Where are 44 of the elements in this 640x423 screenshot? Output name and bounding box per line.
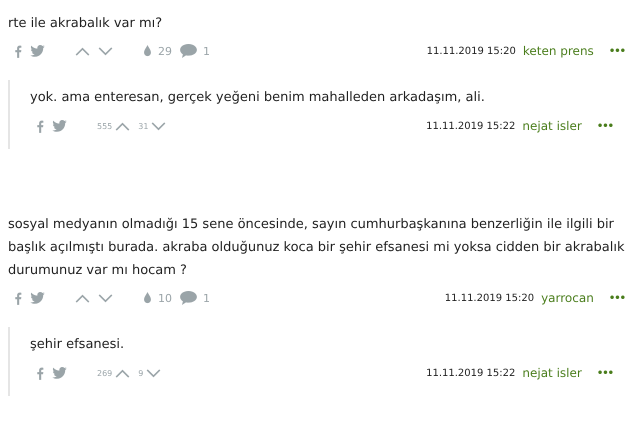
downvote-count: 9 [138, 368, 144, 378]
reply-text: yok. ama enteresan, gerçek yeğeni benim mahalleden arkadaşım, ali. [30, 89, 486, 107]
more-button[interactable]: ••• [608, 292, 625, 304]
upvote-count: 269 [97, 368, 112, 378]
downvote-icon[interactable] [98, 294, 113, 302]
twitter-icon[interactable] [30, 45, 45, 57]
entry-date: 11.11.2019 15:20 [444, 292, 534, 304]
upvote-icon[interactable] [115, 122, 130, 130]
upvote-icon[interactable] [75, 46, 90, 56]
author-link[interactable]: nejat isler [522, 366, 582, 380]
entry-date: 11.11.2019 15:22 [426, 368, 516, 378]
more-button[interactable]: ••• [596, 120, 613, 132]
drop-icon[interactable] [143, 45, 152, 57]
downvote-icon[interactable] [146, 368, 162, 378]
upvote-icon[interactable] [115, 368, 130, 378]
speech-bubble-icon[interactable] [180, 44, 197, 58]
entry-text: sosyal medyanın olmadığı 15 sene öncesinde, sayın cumhurbaşkanına benzerliğin ile ilgili bir başlık açılmıştı burada. akraba olduğunuz koca bir şehir efsanesi mi yoksa cidden bir akrabalık durumunuz var mı hocam ? [8, 216, 625, 280]
favorite-count: 10 [158, 292, 172, 304]
comment-count: 1 [203, 292, 210, 304]
upvote-icon[interactable] [75, 294, 90, 302]
facebook-icon[interactable] [14, 44, 22, 58]
author-link[interactable]: nejat isler [522, 119, 582, 133]
entry-date: 11.11.2019 15:20 [426, 46, 516, 56]
speech-bubble-icon[interactable] [180, 291, 197, 305]
twitter-icon[interactable] [30, 292, 45, 304]
author-link[interactable]: yarrocan [541, 291, 594, 305]
upvote-count: 555 [97, 122, 112, 130]
author-link[interactable]: keten prens [522, 44, 594, 58]
drop-icon[interactable] [143, 292, 152, 304]
entry-date: 11.11.2019 15:22 [426, 120, 516, 132]
entry-text: rte ile akrabalık var mı? [8, 15, 164, 33]
facebook-icon[interactable] [36, 120, 44, 132]
comment-count: 1 [203, 44, 210, 58]
downvote-icon[interactable] [98, 46, 113, 56]
facebook-icon[interactable] [36, 366, 44, 380]
twitter-icon[interactable] [52, 367, 67, 379]
downvote-count: 31 [138, 122, 148, 130]
more-button[interactable]: ••• [596, 368, 613, 378]
favorite-count: 29 [158, 44, 172, 58]
reply-text: şehir efsanesi. [30, 336, 126, 354]
facebook-icon[interactable] [14, 292, 22, 304]
twitter-icon[interactable] [52, 120, 67, 132]
more-button[interactable]: ••• [608, 46, 625, 56]
downvote-icon[interactable] [151, 122, 166, 130]
